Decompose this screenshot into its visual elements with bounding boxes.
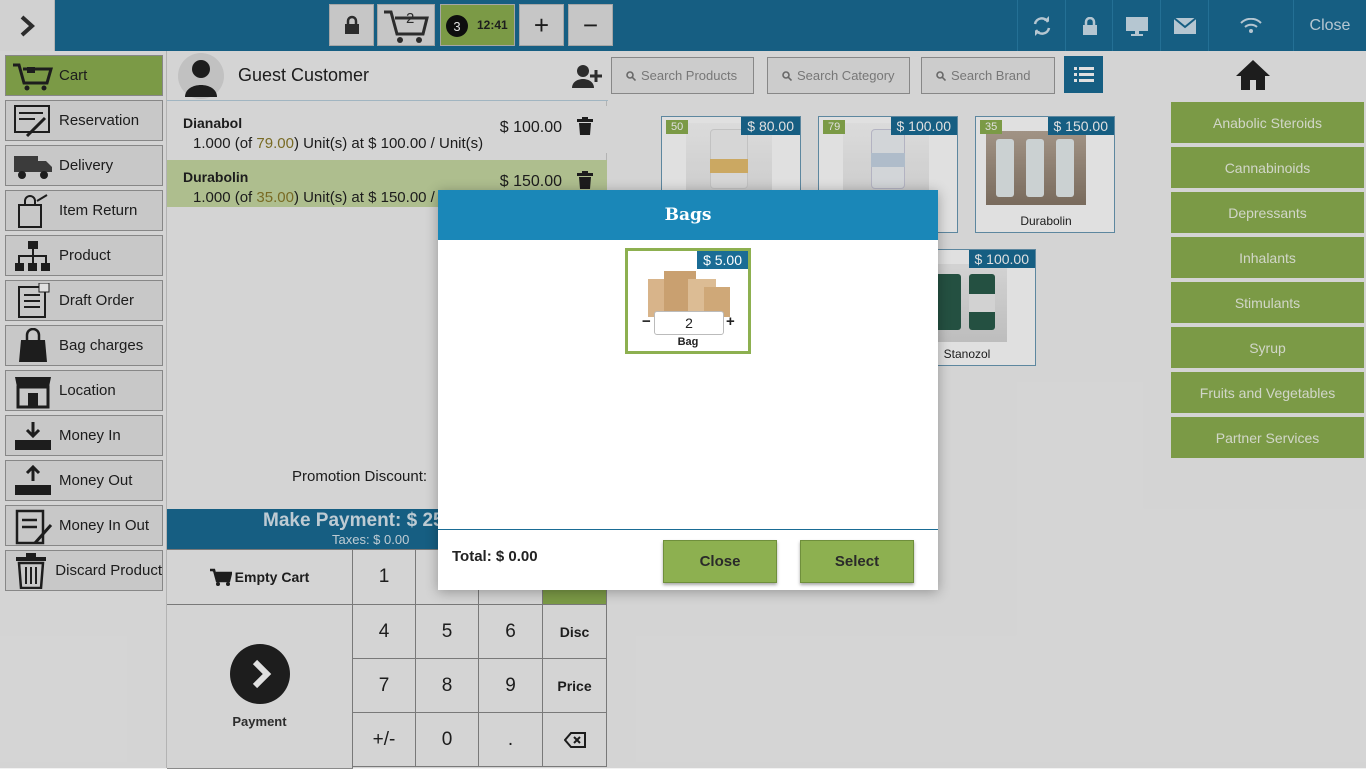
dialog-close-button[interactable]: Close [663,540,777,583]
bag-item-card[interactable]: $ 5.00 − + Bag [625,248,751,354]
qty-increment[interactable]: + [726,313,735,330]
dialog-total: Total: $ 0.00 [452,548,538,565]
dialog-footer: Total: $ 0.00 Close Select [438,529,938,590]
bag-name: Bag [677,336,699,348]
bags-dialog: Bags $ 5.00 − + Bag Total: $ 0.00 Close … [438,190,938,590]
bag-price-tag: $ 5.00 [697,251,748,269]
dialog-select-button[interactable]: Select [800,540,914,583]
bag-quantity-input[interactable] [654,311,724,335]
qty-decrement[interactable]: − [642,313,651,330]
dialog-title: Bags [438,190,938,240]
